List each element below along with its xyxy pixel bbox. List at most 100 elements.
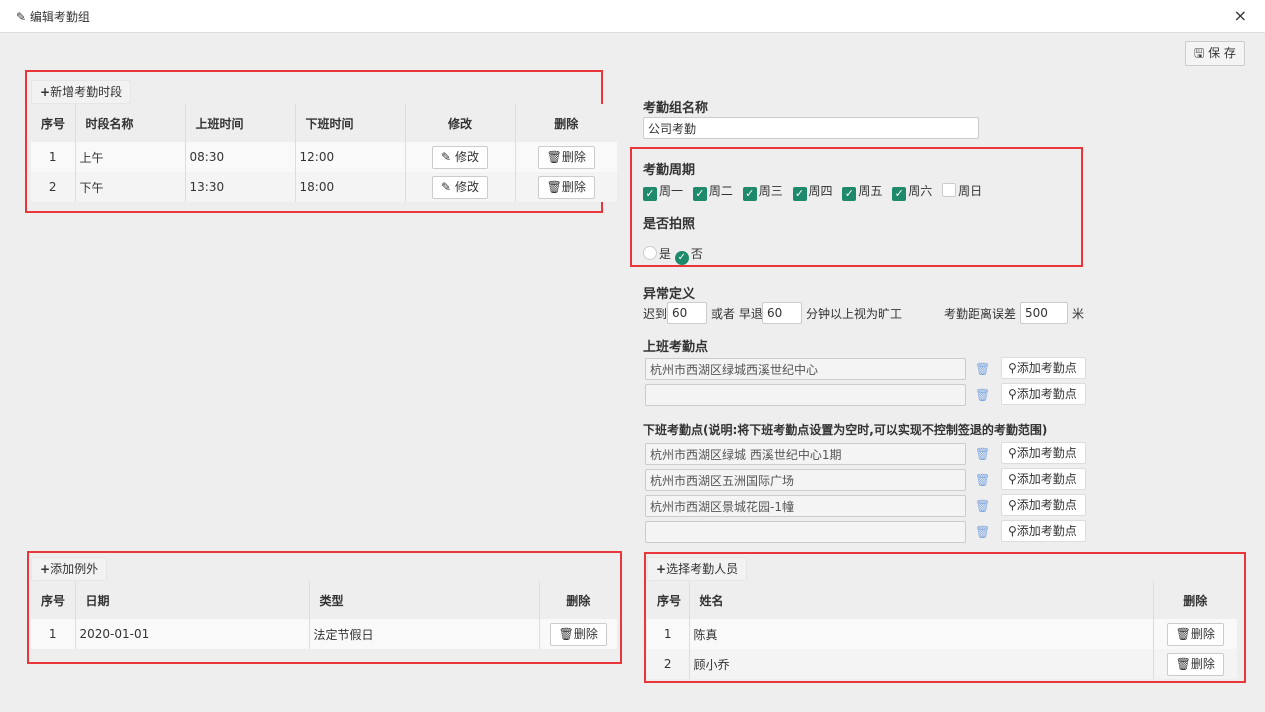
late-prefix: 迟到 [643, 307, 668, 321]
table-row: 2 顾小乔 🗑删除 [647, 649, 1237, 679]
checkout-point-input[interactable] [645, 495, 966, 517]
weekday-wed[interactable]: ✓ 周三 [742, 184, 783, 201]
weekday-checkboxes: ✓ 周一 ✓ 周二 ✓ 周三 ✓ 周四 ✓ 周五 ✓ 周六 周日 [643, 182, 988, 201]
trash-icon: 🗑 [546, 179, 562, 194]
weekday-fri[interactable]: ✓ 周五 [842, 184, 882, 201]
checkout-point-input[interactable] [645, 443, 966, 465]
cycle-label: 考勤周期 [643, 163, 696, 178]
photo-label: 是否拍照 [643, 217, 696, 232]
table-row: 1 2020-01-01 法定节假日 🗑删除 [31, 619, 617, 649]
group-name-label: 考勤组名称 [643, 101, 709, 116]
edit-period-button[interactable]: ✎ 修改 [432, 175, 488, 199]
delete-checkin-point-icon[interactable]: 🗑 [975, 362, 990, 376]
close-icon[interactable]: × [1234, 6, 1247, 25]
edit-period-button[interactable]: ✎ 修改 [432, 145, 488, 169]
save-button[interactable]: 🖫 保 存 [1185, 41, 1245, 66]
delete-checkout-point-icon[interactable]: 🗑 [975, 447, 990, 461]
table-row: 1 上午 08:30 12:00 ✎ 修改 🗑删除 [31, 142, 617, 172]
checkout-point-input[interactable] [645, 469, 966, 491]
late-minutes-input[interactable] [667, 302, 707, 324]
weekday-thu[interactable]: ✓ 周四 [792, 184, 833, 201]
group-name-input[interactable] [643, 117, 979, 139]
delete-staff-button[interactable]: 🗑删除 [1166, 622, 1224, 646]
delete-checkout-point-icon[interactable]: 🗑 [975, 499, 990, 513]
photo-no-radio[interactable]: ✓ 否 [674, 247, 703, 265]
table-row: 2 下午 13:30 18:00 ✎ 修改 🗑删除 [31, 172, 617, 202]
table-row: 1 陈真 🗑删除 [647, 619, 1237, 649]
map-pin-icon: ⚲ [1008, 524, 1017, 538]
trash-icon: 🗑 [558, 626, 574, 641]
checkin-points-label: 上班考勤点 [643, 340, 709, 355]
radio-empty-icon [643, 246, 657, 260]
dialog-title: ✎ 编辑考勤组 [16, 10, 90, 24]
check-icon: ✓ [742, 187, 757, 201]
add-checkin-point-button[interactable]: ⚲添加考勤点 [1001, 357, 1086, 379]
trash-icon: 🗑 [546, 149, 562, 164]
checkbox-empty-icon [942, 183, 957, 197]
trash-icon: 🗑 [1175, 626, 1191, 641]
checkin-point-input[interactable] [645, 358, 966, 380]
plus-icon: + [656, 562, 667, 576]
select-staff-button[interactable]: +选择考勤人员 [647, 557, 748, 581]
map-pin-icon: ⚲ [1008, 361, 1017, 375]
add-checkout-point-button[interactable]: ⚲添加考勤点 [1001, 442, 1086, 464]
check-icon: ✓ [842, 187, 857, 201]
edit-icon: ✎ [441, 179, 452, 194]
table-header: 序号 日期 类型 删除 [31, 581, 617, 619]
checkout-point-input[interactable] [645, 521, 966, 543]
delete-checkout-point-icon[interactable]: 🗑 [975, 525, 990, 539]
add-exception-button[interactable]: +添加例外 [31, 557, 108, 581]
weekday-sun[interactable]: 周日 [942, 183, 982, 198]
delete-exception-button[interactable]: 🗑删除 [549, 622, 607, 646]
add-checkout-point-button[interactable]: ⚲添加考勤点 [1001, 468, 1086, 490]
col-header: 序号 [31, 104, 76, 142]
absent-suffix: 分钟以上视为旷工 [806, 307, 903, 321]
delete-staff-button[interactable]: 🗑删除 [1166, 652, 1224, 676]
add-checkin-point-button[interactable]: ⚲添加考勤点 [1001, 383, 1086, 405]
early-minutes-input[interactable] [762, 302, 802, 324]
map-pin-icon: ⚲ [1008, 472, 1017, 486]
delete-checkout-point-icon[interactable]: 🗑 [975, 473, 990, 487]
add-checkout-point-button[interactable]: ⚲添加考勤点 [1001, 494, 1086, 516]
weekday-mon[interactable]: ✓ 周一 [643, 184, 683, 201]
checkin-point-input[interactable] [645, 384, 966, 406]
weekday-tue[interactable]: ✓ 周二 [692, 184, 733, 201]
map-pin-icon: ⚲ [1008, 446, 1017, 460]
table-header: 序号 时段名称 上班时间 下班时间 修改 删除 [31, 104, 617, 142]
check-icon: ✓ [692, 187, 707, 201]
table-header: 序号 姓名 删除 [647, 581, 1237, 619]
map-pin-icon: ⚲ [1008, 387, 1017, 401]
distance-input[interactable] [1020, 302, 1068, 324]
add-checkout-point-button[interactable]: ⚲添加考勤点 [1001, 520, 1086, 542]
dialog-titlebar: ✎ 编辑考勤组 × [0, 0, 1265, 33]
col-header: 删除 [515, 104, 617, 142]
photo-radio-group: 是 ✓ 否 [643, 245, 703, 265]
checkout-points-label: 下班考勤点(说明:将下班考勤点设置为空时,可以实现不控制签退的考勤范围) [643, 423, 1048, 437]
photo-yes-radio[interactable]: 是 [643, 246, 671, 261]
col-header: 上班时间 [185, 104, 296, 142]
edit-icon: ✎ [441, 149, 452, 164]
distance-label: 考勤距离误差 [944, 307, 1017, 321]
plus-icon: + [40, 85, 51, 99]
map-pin-icon: ⚲ [1008, 498, 1017, 512]
col-header: 时段名称 [75, 104, 186, 142]
delete-checkin-point-icon[interactable]: 🗑 [975, 388, 990, 402]
plus-icon: + [40, 562, 51, 576]
abnormal-label: 异常定义 [643, 287, 696, 302]
staff-table: 序号 姓名 删除 1 陈真 🗑删除 2 顾小乔 🗑删除 [647, 581, 1237, 679]
col-header: 下班时间 [295, 104, 406, 142]
delete-period-button[interactable]: 🗑删除 [537, 175, 595, 199]
radio-checked-icon: ✓ [674, 251, 689, 265]
check-icon: ✓ [892, 187, 907, 201]
or-early-text: 或者 早退 [711, 307, 763, 321]
weekday-sat[interactable]: ✓ 周六 [892, 184, 932, 201]
save-icon: 🖫 [1194, 46, 1205, 60]
delete-period-button[interactable]: 🗑删除 [537, 145, 595, 169]
exceptions-table: 序号 日期 类型 删除 1 2020-01-01 法定节假日 🗑删除 [31, 581, 617, 649]
distance-unit: 米 [1072, 307, 1085, 321]
add-period-button[interactable]: +新增考勤时段 [31, 80, 132, 104]
col-header: 修改 [405, 104, 516, 142]
periods-table: 序号 时段名称 上班时间 下班时间 修改 删除 1 上午 08:30 12:00… [31, 104, 617, 202]
trash-icon: 🗑 [1175, 656, 1191, 671]
edit-icon: ✎ [16, 10, 27, 24]
